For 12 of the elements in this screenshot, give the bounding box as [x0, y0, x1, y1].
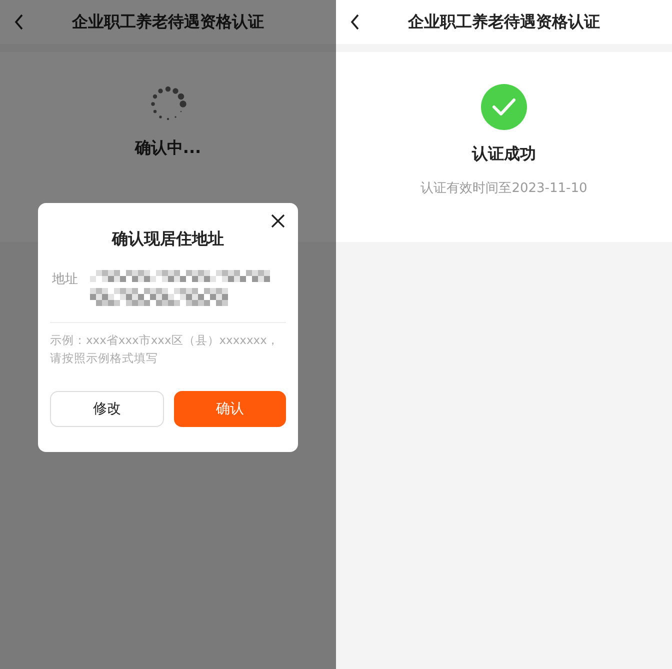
loading-text: 确认中... — [134, 138, 202, 159]
back-icon[interactable] — [350, 14, 360, 30]
format-hint: 示例：xxx省xxx市xxx区（县）xxxxxxx，请按照示例格式填写 — [50, 332, 280, 367]
result-text: 认证成功 — [472, 144, 536, 165]
page-title: 企业职工养老待遇资格认证 — [70, 12, 265, 32]
success-check-icon — [481, 84, 527, 130]
page-title: 企业职工养老待遇资格认证 — [406, 12, 601, 32]
edit-button[interactable]: 修改 — [50, 391, 164, 427]
dialog-title: 确认现居住地址 — [110, 229, 225, 250]
address-label: 地址 — [52, 271, 78, 289]
close-icon[interactable] — [271, 214, 285, 228]
validity-text: 认证有效时间至2023-11-10 — [420, 180, 588, 197]
